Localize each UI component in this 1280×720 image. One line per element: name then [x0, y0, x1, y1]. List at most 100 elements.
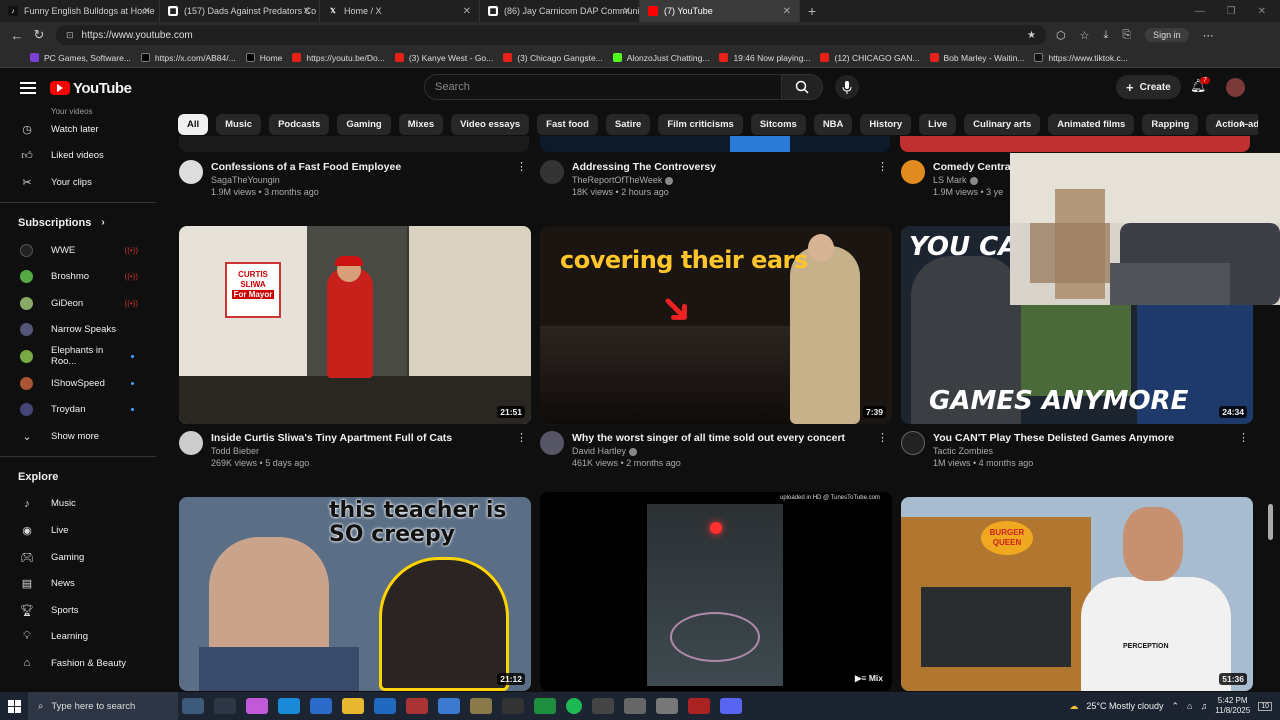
app-icon[interactable] — [470, 698, 492, 714]
video-thumbnail[interactable] — [540, 136, 890, 152]
taskbar-search-input[interactable]: ⌕ Type here to search — [28, 692, 178, 720]
tab-2[interactable]: ▦ (157) Dads Against Predators Co ✕ — [160, 0, 320, 22]
video-card[interactable]: You CAN'T Play These Delisted Games Anym… — [901, 431, 1253, 468]
sidebar-item-news[interactable]: ▤ News — [0, 570, 156, 597]
weather-text[interactable]: 25°C Mostly cloudy — [1086, 701, 1163, 711]
tab-3[interactable]: 𝕏 Home / X ✕ — [320, 0, 480, 22]
sidebar-item-live[interactable]: ◉ Live — [0, 517, 156, 544]
app-icon[interactable] — [406, 698, 428, 714]
sidebar-item-troydan[interactable]: Troydan — [0, 396, 156, 423]
video-title[interactable]: Comedy Central — [933, 160, 1014, 174]
sidebar-item-wwe[interactable]: WWE ((•)) — [0, 237, 156, 264]
channel-name[interactable]: Todd Bieber — [211, 446, 452, 456]
volume-icon[interactable]: ♫ — [1200, 701, 1207, 711]
channel-name[interactable]: SagaTheYoungin — [211, 175, 401, 185]
close-icon[interactable]: ✕ — [463, 6, 471, 17]
sidebar-item-sports[interactable]: 🏆︎ Sports — [0, 597, 156, 624]
share-icon[interactable]: ⎘ — [1122, 29, 1131, 42]
show-more-button[interactable]: ⌄ Show more — [0, 423, 156, 450]
sidebar-item-narrow-speaks[interactable]: Narrow Speaks — [0, 317, 156, 344]
video-title[interactable]: Addressing The Controversy — [572, 160, 716, 174]
more-options-icon[interactable]: ⋮ — [516, 160, 527, 173]
clock[interactable]: 5:42 PM 11/8/2025 — [1215, 696, 1250, 716]
sidebar-item-fashion[interactable]: ⌂ Fashion & Beauty — [0, 650, 156, 677]
url-field[interactable]: ⊡ https://www.youtube.com ★ — [56, 25, 1046, 45]
channel-avatar[interactable] — [540, 431, 564, 455]
bookmark[interactable]: Home — [245, 53, 282, 63]
channel-name[interactable]: Tactic Zombies — [933, 446, 1174, 456]
video-title[interactable]: Confessions of a Fast Food Employee — [211, 160, 401, 174]
more-options-icon[interactable]: ⋮ — [877, 160, 888, 173]
app-icon[interactable] — [438, 698, 460, 714]
more-options-icon[interactable]: ⋮ — [1238, 431, 1249, 444]
sidebar-item-gideon[interactable]: GiDeon ((•)) — [0, 290, 156, 317]
account-avatar[interactable] — [1226, 78, 1245, 97]
close-window-icon[interactable]: ✕ — [1258, 6, 1266, 17]
notification-center-icon[interactable]: 10 — [1258, 701, 1272, 711]
chip-animated-films[interactable]: Animated films — [1048, 114, 1135, 135]
edge-icon[interactable] — [278, 698, 300, 714]
close-icon[interactable]: ✕ — [143, 6, 151, 17]
start-button[interactable] — [0, 692, 28, 720]
more-options-icon[interactable]: ⋮ — [516, 431, 527, 444]
site-info-icon[interactable]: ⊡ — [66, 30, 74, 41]
chip-video-essays[interactable]: Video essays — [451, 114, 530, 135]
sidebar-item-learning[interactable]: 💡︎ Learning — [0, 624, 156, 651]
minimize-icon[interactable]: — — [1195, 6, 1205, 17]
sidebar-item-your-clips[interactable]: ✂ Your clips — [0, 169, 156, 196]
youtube-logo[interactable]: YouTube — [50, 80, 132, 97]
new-tab-button[interactable]: + — [800, 3, 824, 19]
discord-icon[interactable] — [720, 698, 742, 714]
xbox-icon[interactable] — [534, 698, 556, 714]
bookmark[interactable]: Bob Marley - Waitin... — [929, 53, 1024, 63]
sign-in-button[interactable]: Sign in — [1145, 28, 1189, 42]
maximize-icon[interactable]: ❐ — [1227, 6, 1236, 17]
channel-name[interactable]: LS Mark — [933, 175, 1014, 185]
chip-gaming[interactable]: Gaming — [337, 114, 391, 135]
app-icon[interactable] — [502, 698, 524, 714]
chip-fast-food[interactable]: Fast food — [537, 114, 598, 135]
sidebar-item-broshmo[interactable]: Broshmo ((•)) — [0, 263, 156, 290]
extensions-icon[interactable]: ⬡ — [1056, 29, 1066, 42]
close-icon[interactable]: ✕ — [783, 6, 791, 17]
search-button[interactable] — [781, 74, 823, 100]
chip-rapping[interactable]: Rapping — [1142, 114, 1199, 135]
channel-avatar[interactable] — [901, 431, 925, 455]
sidebar-item-ishowspeed[interactable]: IShowSpeed — [0, 370, 156, 397]
app-icon[interactable] — [688, 698, 710, 714]
cortana-icon[interactable] — [182, 698, 204, 714]
chip-satire[interactable]: Satire — [605, 114, 651, 135]
star-icon[interactable]: ★ — [1027, 30, 1036, 41]
bookmark[interactable]: https://x.com/AB84/... — [140, 53, 236, 63]
outlook-icon[interactable] — [374, 698, 396, 714]
video-card[interactable]: Inside Curtis Sliwa's Tiny Apartment Ful… — [179, 431, 531, 468]
bookmark[interactable]: (3) Chicago Gangste... — [503, 53, 603, 63]
chip-history[interactable]: History — [860, 114, 912, 135]
video-card[interactable]: Addressing The Controversy TheReportOfThe… — [540, 160, 892, 197]
more-icon[interactable]: ⋯ — [1203, 29, 1214, 42]
search-input[interactable]: Search — [424, 74, 782, 100]
video-thumbnail[interactable]: CURTIS SLIWA For Mayor 21:51 — [179, 226, 531, 424]
tab-1[interactable]: ♪ Funny English Bulldogs at Home ✕ — [0, 0, 160, 22]
chip-sitcoms[interactable]: Sitcoms — [750, 114, 806, 135]
chevron-right-icon[interactable]: › — [1240, 115, 1244, 130]
app-icon[interactable] — [656, 698, 678, 714]
network-icon[interactable]: ⌂ — [1187, 701, 1192, 711]
app-icon[interactable] — [624, 698, 646, 714]
tab-4[interactable]: ▦ (86) Jay Carnicom DAP Communi ✕ — [480, 0, 640, 22]
tray-overflow-icon[interactable]: ⌃ — [1171, 701, 1179, 712]
chip-mixes[interactable]: Mixes — [398, 114, 444, 135]
spotify-icon[interactable] — [566, 698, 582, 714]
channel-avatar[interactable] — [901, 160, 925, 184]
chip-culinary-arts[interactable]: Culinary arts — [964, 114, 1041, 135]
chip-music[interactable]: Music — [216, 114, 262, 135]
more-options-icon[interactable]: ⋮ — [877, 431, 888, 444]
sidebar-item-gaming[interactable]: 🎮︎ Gaming — [0, 544, 156, 571]
store-icon[interactable] — [310, 698, 332, 714]
copilot-icon[interactable] — [246, 698, 268, 714]
sidebar-item-watch-later[interactable]: ◷ Watch later — [0, 116, 156, 143]
channel-name[interactable]: TheReportOfTheWeek — [572, 175, 716, 185]
channel-avatar[interactable] — [179, 160, 203, 184]
chip-film-criticisms[interactable]: Film criticisms — [658, 114, 743, 135]
video-thumbnail[interactable]: uploaded in HD @ TunesToTube.com ▶︎≡ Mix — [540, 492, 892, 691]
